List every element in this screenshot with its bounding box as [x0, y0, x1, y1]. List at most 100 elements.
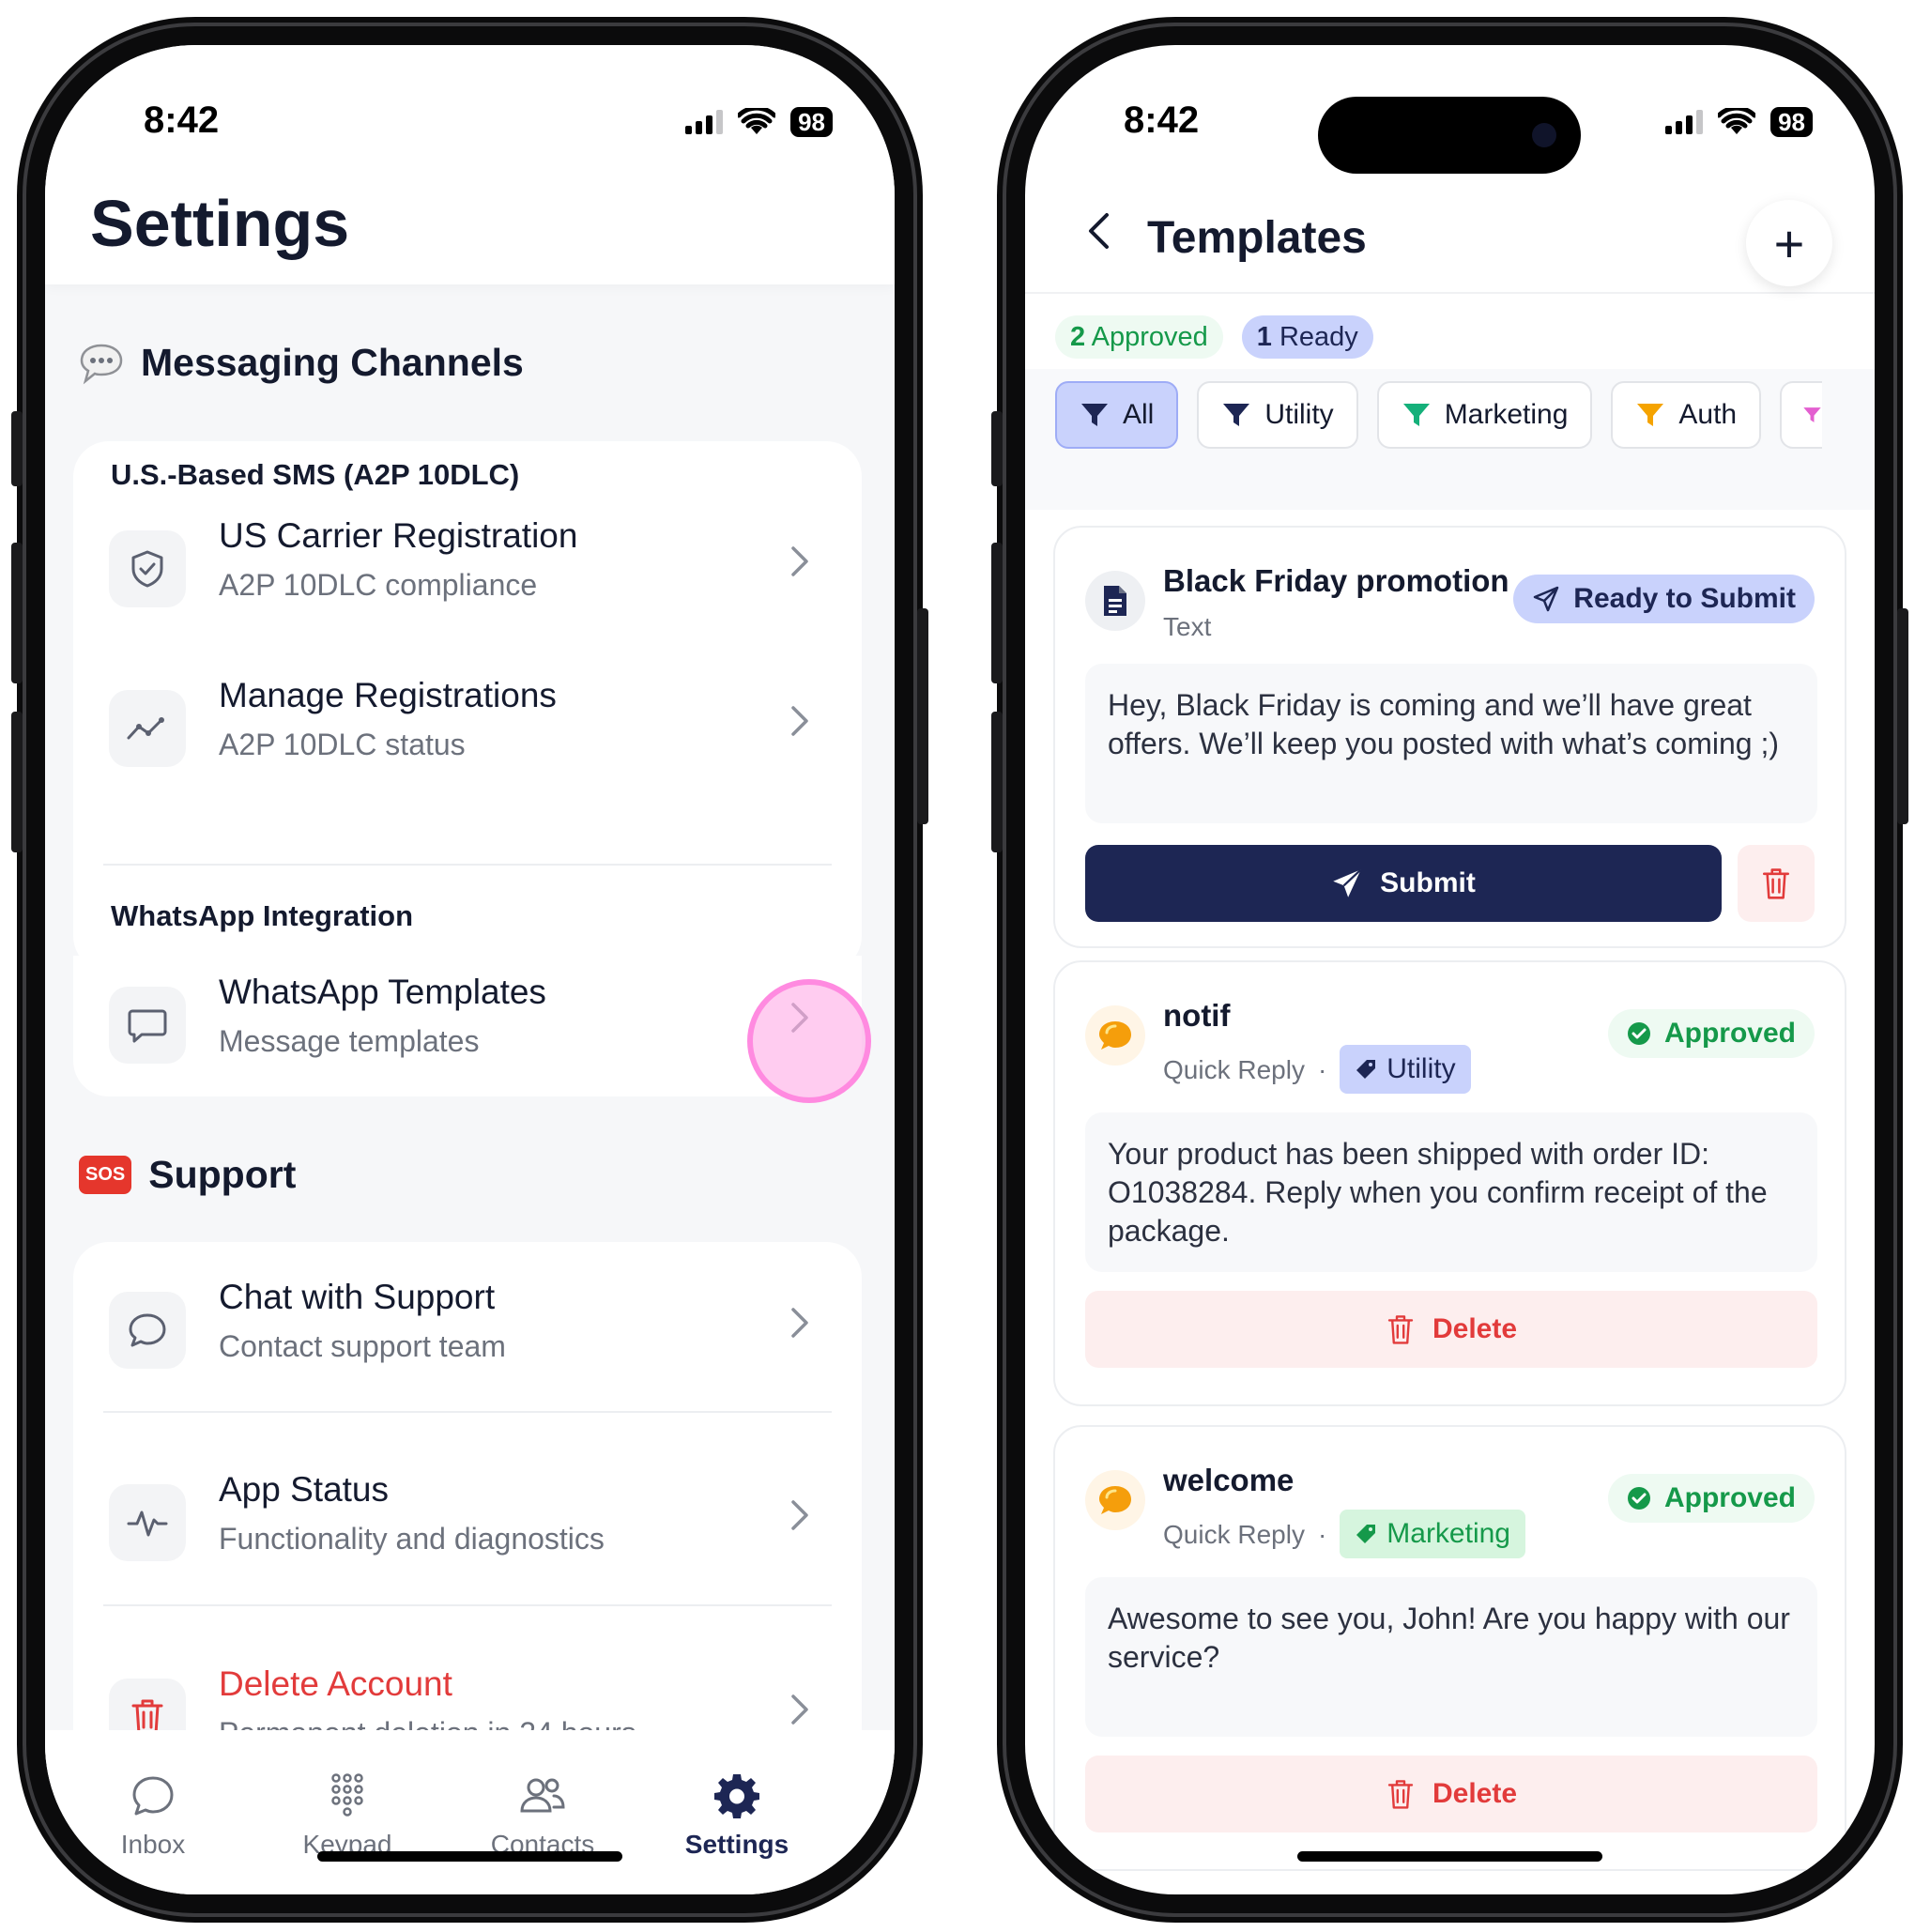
- template-name: notif: [1163, 998, 1231, 1033]
- volume-up-button: [11, 543, 23, 683]
- template-type: Quick Reply · Marketing: [1163, 1510, 1525, 1558]
- status-badge: Ready to Submit: [1513, 575, 1815, 623]
- divider: [103, 1604, 832, 1606]
- section-title-text: Messaging Channels: [141, 341, 524, 384]
- status-badge: Approved: [1607, 1009, 1815, 1058]
- home-indicator: [1297, 1851, 1602, 1862]
- row-subtitle: A2P 10DLC compliance: [219, 568, 538, 602]
- chevron-right-icon: [777, 1300, 822, 1345]
- volume-down-button: [11, 712, 23, 852]
- dynamic-island: [1318, 97, 1581, 174]
- battery-icon: 98: [790, 107, 833, 137]
- template-card-notif: notif Quick Reply · Utility Approved You…: [1053, 960, 1846, 1406]
- count-number: 2: [1070, 322, 1086, 352]
- tab-label: Inbox: [120, 1830, 186, 1859]
- keypad-icon: [263, 1770, 432, 1822]
- home-indicator: [317, 1851, 622, 1862]
- submit-label: Submit: [1380, 867, 1476, 898]
- status-badge: Approved: [1607, 1474, 1815, 1523]
- submit-button[interactable]: Submit: [1085, 845, 1722, 922]
- signal-icon: [1665, 110, 1704, 134]
- filter-label: Marketing: [1444, 399, 1569, 430]
- status-time: 8:42: [144, 100, 220, 141]
- templates-header: Templates +: [1025, 172, 1875, 294]
- row-chat-with-support[interactable]: Chat with Support Contact support team: [73, 1261, 862, 1383]
- delete-button[interactable]: Delete: [1085, 1291, 1817, 1368]
- count-label: Ready: [1279, 322, 1358, 352]
- row-whatsapp-templates[interactable]: WhatsApp Templates Message templates: [73, 956, 862, 1078]
- row-us-carrier-registration[interactable]: US Carrier Registration A2P 10DLC compli…: [73, 499, 862, 621]
- status-icons: 98: [685, 107, 833, 137]
- row-manage-registrations[interactable]: Manage Registrations A2P 10DLC status: [73, 659, 862, 781]
- templates-screen: 8:42 98 Templates + 2 Approved 1 Ready A…: [1025, 45, 1875, 1894]
- action-button: [991, 411, 1003, 486]
- filter-auth[interactable]: Auth: [1611, 381, 1762, 449]
- support-card: Chat with Support Contact support team A…: [73, 1242, 862, 1768]
- tab-inbox[interactable]: Inbox: [69, 1770, 237, 1860]
- row-title: Delete Account: [219, 1664, 452, 1703]
- filter-label: All: [1123, 399, 1155, 430]
- approved-count-badge: 2 Approved: [1055, 315, 1223, 359]
- status-time: 8:42: [1124, 100, 1200, 141]
- quick-reply-icon: [1085, 1470, 1145, 1530]
- filter-more[interactable]: [1780, 381, 1823, 449]
- trash-icon: [1387, 1780, 1414, 1809]
- tag-icon: [1356, 1525, 1376, 1543]
- chat-icon: [109, 1292, 186, 1369]
- filter-all[interactable]: All: [1055, 381, 1179, 449]
- document-icon: [1085, 571, 1145, 631]
- template-name: welcome: [1163, 1463, 1295, 1497]
- row-app-status[interactable]: App Status Functionality and diagnostics: [73, 1453, 862, 1575]
- row-subtitle: Contact support team: [219, 1329, 506, 1363]
- row-title: Manage Registrations: [219, 676, 557, 714]
- divider: [103, 864, 832, 866]
- chevron-right-icon: [777, 698, 822, 744]
- row-subtitle: Message templates: [219, 1024, 480, 1058]
- check-circle-icon: [1627, 1022, 1650, 1045]
- delete-label: Delete: [1432, 1313, 1518, 1344]
- delete-icon-button[interactable]: [1738, 845, 1815, 922]
- count-label: Approved: [1091, 322, 1208, 352]
- page-title: Settings: [90, 187, 350, 260]
- row-title: WhatsApp Templates: [219, 973, 546, 1011]
- wifi-icon: [1718, 108, 1756, 134]
- settings-content[interactable]: Messaging Channels U.S.-Based SMS (A2P 1…: [45, 284, 895, 1768]
- category-filters[interactable]: All Utility Marketing Auth: [1055, 381, 1844, 449]
- delete-button[interactable]: Delete: [1085, 1756, 1817, 1832]
- phone-frame-settings: 8:42 98 Settings Messaging Channels U.S.…: [11, 17, 928, 1923]
- inbox-icon: [69, 1770, 237, 1822]
- tap-highlight: [747, 979, 871, 1103]
- tab-contacts[interactable]: Contacts: [458, 1770, 627, 1860]
- filter-marketing[interactable]: Marketing: [1376, 381, 1593, 449]
- row-title: App Status: [219, 1470, 390, 1509]
- chevron-right-icon: [777, 539, 822, 584]
- row-subtitle: Functionality and diagnostics: [219, 1522, 605, 1556]
- separator: ·: [1317, 1520, 1327, 1549]
- filter-label: Auth: [1678, 399, 1738, 430]
- count-number: 1: [1256, 322, 1272, 352]
- status-label: Approved: [1663, 1018, 1796, 1049]
- phone-frame-templates: 8:42 98 Templates + 2 Approved 1 Ready A…: [991, 17, 1908, 1923]
- template-type-label: Quick Reply: [1163, 1055, 1305, 1084]
- check-circle-icon: [1627, 1487, 1650, 1510]
- row-title: US Carrier Registration: [219, 516, 578, 555]
- wifi-icon: [738, 108, 776, 134]
- tab-keypad[interactable]: Keypad: [263, 1770, 432, 1860]
- add-template-button[interactable]: +: [1746, 200, 1832, 286]
- whatsapp-card: WhatsApp Templates Message templates: [73, 956, 862, 1096]
- category-label: Marketing: [1386, 1518, 1510, 1549]
- action-button: [11, 411, 23, 486]
- group-label-us-sms: U.S.-Based SMS (A2P 10DLC): [111, 458, 520, 491]
- delete-label: Delete: [1432, 1778, 1518, 1809]
- template-type-label: Text: [1163, 612, 1212, 641]
- shield-check-icon: [109, 530, 186, 607]
- template-type: Quick Reply · Utility: [1163, 1045, 1471, 1094]
- tab-settings[interactable]: Settings: [652, 1770, 821, 1860]
- settings-header: 8:42 98 Settings: [45, 45, 895, 284]
- side-button: [1897, 608, 1908, 824]
- template-card-welcome: welcome Quick Reply · Marketing Approved…: [1053, 1425, 1846, 1871]
- filter-utility[interactable]: Utility: [1197, 381, 1358, 449]
- status-icons: 98: [1665, 107, 1813, 137]
- ready-count-badge: 1 Ready: [1241, 315, 1373, 359]
- back-button[interactable]: [1077, 207, 1124, 254]
